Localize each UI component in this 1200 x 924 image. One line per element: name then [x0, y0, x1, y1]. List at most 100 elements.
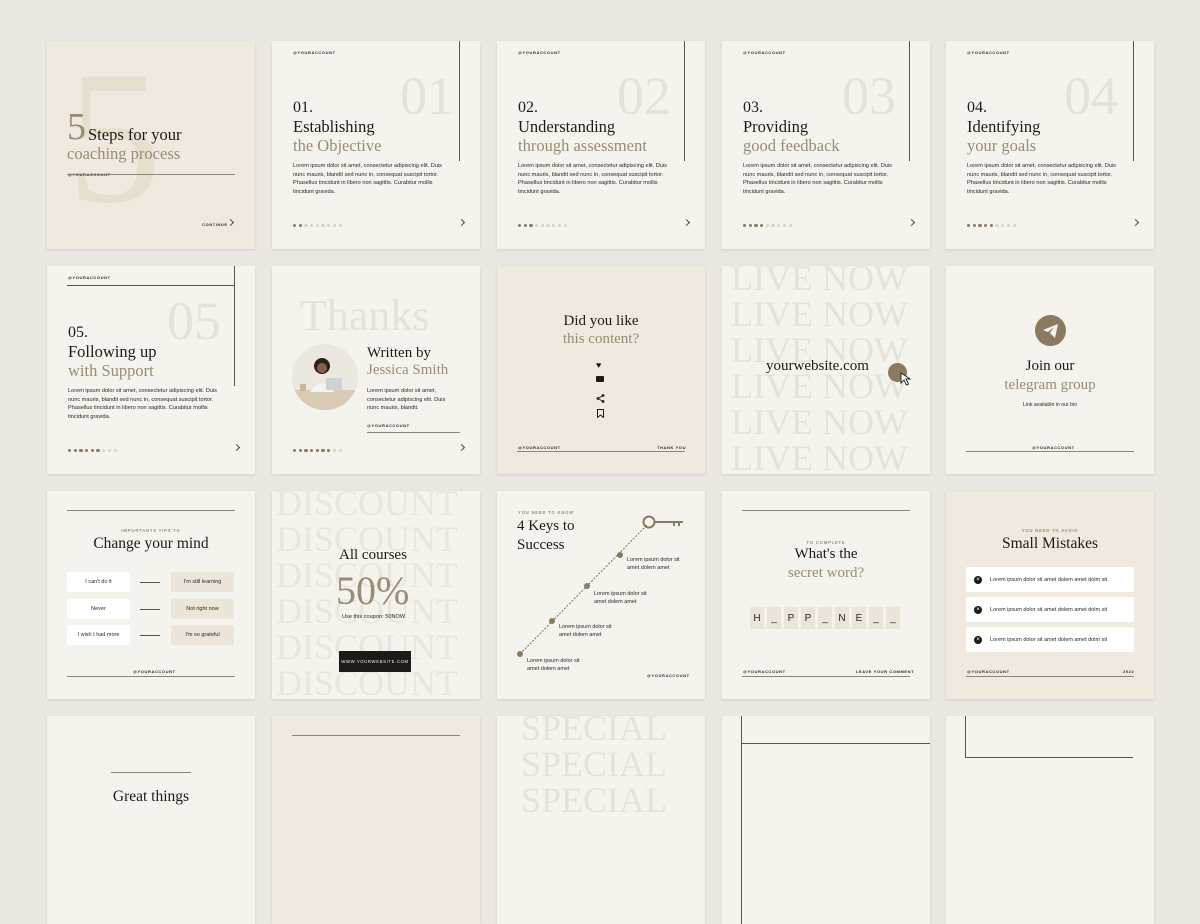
ghost-special: SPECIAL [521, 744, 668, 784]
heart-icon[interactable]: ♥ [596, 361, 601, 370]
progress-dot [984, 224, 988, 228]
cover-card[interactable]: 5 5 Steps for your coaching process @YOU… [47, 41, 255, 249]
key-item-2: Lorem ipsum dolor sit amet dolem amet [594, 591, 647, 605]
progress-dot [298, 224, 302, 228]
step-card-5[interactable]: @YOURACCOUNT 05 05. Following up with Su… [47, 266, 255, 474]
step-number: 05. [68, 324, 88, 341]
vertical-rule [1133, 41, 1134, 161]
secret-card[interactable]: TO COMPLETE What's the secret word? H _ … [722, 491, 930, 699]
progress-dot [788, 224, 792, 228]
progress-dot [557, 224, 562, 228]
mind-card[interactable]: IMPORTANTS TIPS TO Change your mind I ca… [47, 491, 255, 699]
progress-dot [989, 224, 994, 228]
lined-card-2[interactable] [946, 716, 1154, 924]
telegram-card[interactable]: Join our telegram group Link available i… [946, 266, 1154, 474]
discount-card[interactable]: DISCOUNT DISCOUNT DISCOUNT DISCOUNT DISC… [272, 491, 480, 699]
mistakes-card[interactable]: YOU NEED TO AVOID Small Mistakes × Lorem … [946, 491, 1154, 699]
lined-card[interactable] [722, 716, 930, 924]
step-title: Establishing [293, 117, 375, 136]
arrow-line [140, 609, 160, 610]
ghost-special: SPECIAL [521, 780, 668, 820]
horizontal-rule [292, 735, 460, 736]
great-card[interactable]: Great things [47, 716, 255, 924]
step-number: 03. [743, 99, 763, 116]
step-card-4[interactable]: @YOURACCOUNT 04 04. Identifying your goa… [946, 41, 1154, 249]
progress-dot [748, 224, 752, 228]
horizontal-rule [111, 772, 191, 773]
ghost-number: 03 [842, 66, 896, 126]
progress-dots [293, 224, 342, 228]
website-button[interactable]: WWW.YOURWEBSITE.COM [339, 651, 411, 672]
chevron-right-icon[interactable] [232, 443, 241, 452]
step-card-2[interactable]: @YOURACCOUNT 02 02. Understanding throug… [497, 41, 705, 249]
progress-dot [304, 449, 308, 453]
live-card[interactable]: LIVE NOW LIVE NOW LIVE NOW LIVE NOW LIVE… [722, 266, 930, 474]
progress-dots [68, 449, 117, 453]
mind-to-2: Not right now [171, 599, 234, 619]
keys-card[interactable]: YOU NEED TO KNOW 4 Keys to Success Lorem… [497, 491, 705, 699]
progress-dot [332, 449, 337, 453]
arrow-line [140, 582, 160, 583]
secret-title: What's the [794, 546, 858, 562]
chevron-right-icon[interactable] [682, 218, 691, 227]
secret-kicker: TO COMPLETE [806, 540, 846, 545]
ghost-number: 02 [617, 66, 671, 126]
step-number: 04. [967, 99, 987, 116]
step-card-1[interactable]: @YOURACCOUNT 01 01. Establishing the Obj… [272, 41, 480, 249]
progress-dot [79, 449, 83, 453]
progress-dot [760, 224, 764, 228]
cover-title-b: coaching process [67, 144, 181, 163]
blank-card[interactable] [272, 716, 480, 924]
author-card[interactable]: Thanks Written by Jessica Smith Lorem ip… [272, 266, 480, 474]
chevron-right-icon[interactable] [457, 218, 466, 227]
chevron-right-icon[interactable] [907, 218, 916, 227]
progress-dot [535, 224, 539, 228]
chevron-right-icon[interactable] [1131, 218, 1140, 227]
progress-dot [327, 224, 331, 228]
progress-dot [978, 224, 982, 228]
telegram-icon[interactable] [1035, 315, 1066, 346]
special-card[interactable]: SPECIAL SPECIAL SPECIAL [497, 716, 705, 924]
progress-dot [338, 224, 342, 228]
progress-dot [85, 449, 89, 453]
cover-title-a: Steps for your [88, 125, 182, 144]
vertical-rule [234, 266, 235, 386]
ghost-number: 01 [400, 66, 454, 126]
arrow-line [140, 635, 160, 636]
leave-comment-label[interactable]: LEAVE YOUR COMMENT [856, 669, 914, 674]
mind-to-1: I'm still learning [171, 572, 234, 592]
step-card-3[interactable]: @YOURACCOUNT 03 03. Providing good feedb… [722, 41, 930, 249]
close-icon: × [974, 575, 982, 584]
step-body: Lorem ipsum dolor sit amet, consectetur … [293, 163, 442, 195]
bookmark-icon[interactable] [597, 405, 604, 423]
divider [966, 451, 1134, 452]
comment-icon[interactable] [596, 376, 604, 382]
discount-percent: 50% [336, 568, 410, 613]
progress-dot [102, 449, 106, 453]
progress-dot [315, 449, 320, 453]
progress-dot [743, 224, 747, 228]
chevron-right-icon[interactable] [457, 443, 466, 452]
chevron-right-icon[interactable] [226, 218, 235, 227]
step-body: Lorem ipsum dolor sit amet, consectetur … [743, 163, 892, 195]
step-title: Identifying [967, 117, 1041, 136]
key-item-4: Lorem ipsum dolor sit amet dolem amet [527, 658, 580, 672]
progress-dot [1001, 224, 1005, 228]
website-link[interactable]: yourwebsite.com [766, 358, 869, 375]
author-name: Jessica Smith [367, 362, 449, 378]
progress-dot [771, 224, 775, 228]
step-subtitle: your goals [967, 136, 1037, 155]
progress-dot [293, 449, 297, 453]
step-title: Providing [743, 117, 809, 136]
account-handle: @YOURACCOUNT [743, 669, 786, 674]
continue-label[interactable]: CONTINUE [202, 222, 228, 227]
progress-dot [315, 224, 320, 228]
divider [67, 174, 235, 175]
year-label: 2022 [1123, 669, 1135, 674]
progress-dot [68, 449, 72, 453]
like-card[interactable]: Did you like this content? ♥ @YOURACCOUN… [497, 266, 705, 474]
progress-dot [304, 224, 308, 228]
mind-kicker: IMPORTANTS TIPS TO [121, 528, 181, 533]
step-title: Following up [68, 342, 157, 361]
vertical-rule [741, 716, 742, 924]
